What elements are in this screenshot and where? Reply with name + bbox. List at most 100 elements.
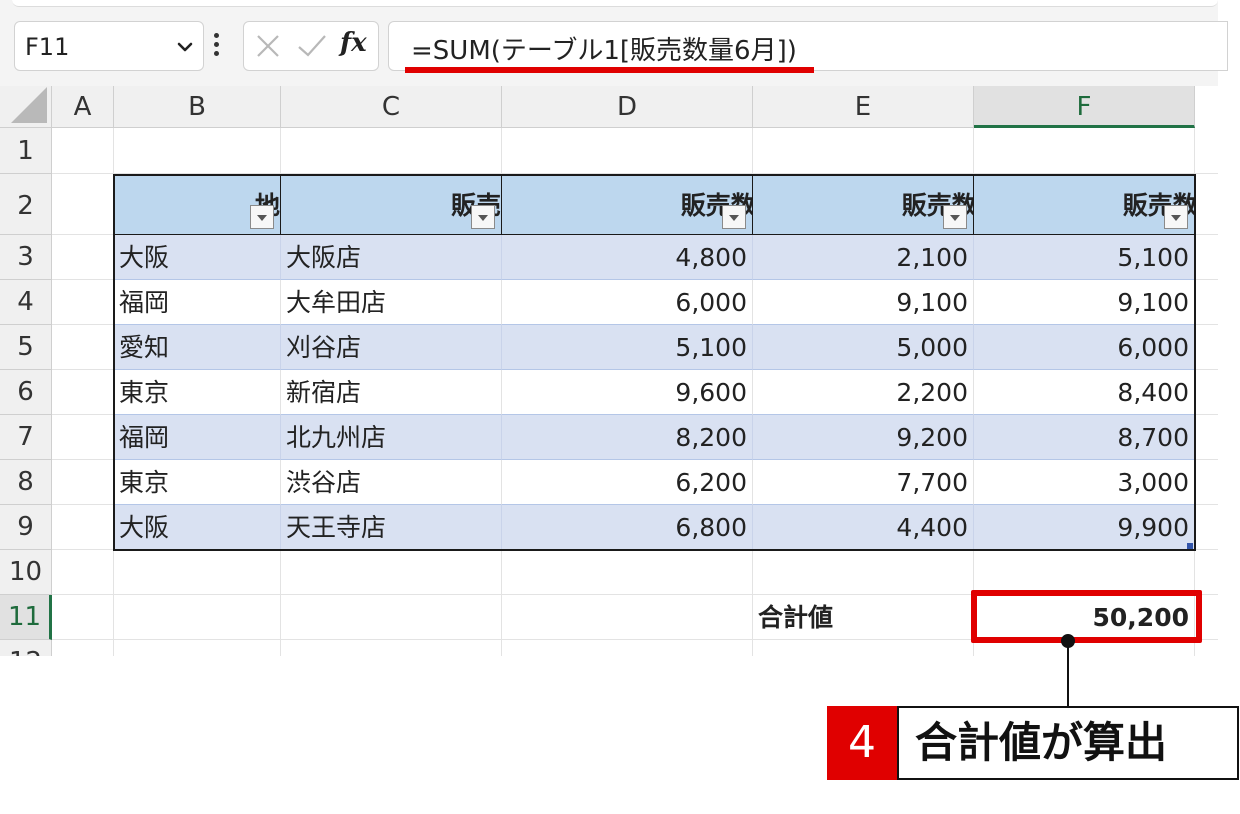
table-cell-region[interactable]: 東京 [114,460,281,505]
cell-a1[interactable] [52,128,114,174]
cell-d10[interactable] [502,550,753,595]
chevron-down-icon[interactable] [175,37,195,57]
table-cell-june[interactable]: 3,000 [974,460,1195,505]
select-all-button[interactable] [0,86,52,128]
cell-d11[interactable] [502,595,753,640]
table-cell-june[interactable]: 8,400 [974,370,1195,415]
row-header-12[interactable]: 12 [0,640,52,656]
table-cell-region[interactable]: 福岡 [114,415,281,460]
cell-a9[interactable] [52,505,114,550]
table-cell-june[interactable]: 9,900 [974,505,1195,550]
table-cell-store[interactable]: 北九州店 [281,415,502,460]
more-options-icon[interactable] [214,33,220,59]
cell-g7[interactable] [1195,415,1218,460]
row-header-3[interactable]: 3 [0,235,52,280]
table-cell-may[interactable]: 9,200 [753,415,974,460]
formula-input[interactable]: =SUM(テーブル1[販売数量6月]) [388,21,1228,71]
filter-dropdown-icon[interactable] [250,205,274,229]
cell-a5[interactable] [52,325,114,370]
table-cell-region[interactable]: 福岡 [114,280,281,325]
table-cell-april[interactable]: 6,800 [502,505,753,550]
row-header-4[interactable]: 4 [0,280,52,325]
cell-f10[interactable] [974,550,1195,595]
cell-g3[interactable] [1195,235,1218,280]
row-header-5[interactable]: 5 [0,325,52,370]
table-cell-store[interactable]: 天王寺店 [281,505,502,550]
filter-dropdown-icon[interactable] [943,205,967,229]
cell-a10[interactable] [52,550,114,595]
cell-b1[interactable] [114,128,281,174]
table-cell-store[interactable]: 大阪店 [281,235,502,280]
name-box[interactable]: F11 [14,21,204,71]
cell-c10[interactable] [281,550,502,595]
table-cell-region[interactable]: 愛知 [114,325,281,370]
table-header-april[interactable]: 販売数量4月 [502,174,753,235]
table-header-june[interactable]: 販売数量6月 [974,174,1195,235]
row-header-1[interactable]: 1 [0,128,52,174]
column-header-c[interactable]: C [281,86,502,128]
table-resize-handle[interactable] [1187,543,1193,549]
cell-a2[interactable] [52,174,114,235]
table-cell-june[interactable]: 9,100 [974,280,1195,325]
table-cell-april[interactable]: 9,600 [502,370,753,415]
cell-a12[interactable] [52,640,114,656]
cell-g4[interactable] [1195,280,1218,325]
cell-g6[interactable] [1195,370,1218,415]
column-header-e[interactable]: E [753,86,974,128]
table-cell-store[interactable]: 新宿店 [281,370,502,415]
filter-dropdown-icon[interactable] [722,205,746,229]
filter-dropdown-icon[interactable] [471,205,495,229]
cell-c11[interactable] [281,595,502,640]
table-header-store[interactable]: 販売店舗 [281,174,502,235]
cell-a7[interactable] [52,415,114,460]
cell-a4[interactable] [52,280,114,325]
row-header-2[interactable]: 2 [0,174,52,235]
cell-g10[interactable] [1195,550,1218,595]
cell-a6[interactable] [52,370,114,415]
cell-g1[interactable] [1195,128,1218,174]
cancel-icon[interactable] [254,32,282,60]
cell-c1[interactable] [281,128,502,174]
cell-c12[interactable] [281,640,502,656]
table-cell-april[interactable]: 8,200 [502,415,753,460]
cell-a11[interactable] [52,595,114,640]
enter-check-icon[interactable] [296,32,328,60]
filter-dropdown-icon[interactable] [1164,205,1188,229]
column-header-f[interactable]: F [974,86,1195,128]
column-header-a[interactable]: A [52,86,114,128]
table-cell-region[interactable]: 東京 [114,370,281,415]
cell-b10[interactable] [114,550,281,595]
table-cell-may[interactable]: 2,200 [753,370,974,415]
table-cell-region[interactable]: 大阪 [114,235,281,280]
row-header-9[interactable]: 9 [0,505,52,550]
column-header-b[interactable]: B [114,86,281,128]
row-header-7[interactable]: 7 [0,415,52,460]
table-cell-april[interactable]: 6,000 [502,280,753,325]
table-cell-june[interactable]: 5,100 [974,235,1195,280]
cell-a3[interactable] [52,235,114,280]
row-header-6[interactable]: 6 [0,370,52,415]
table-cell-may[interactable]: 9,100 [753,280,974,325]
table-cell-may[interactable]: 5,000 [753,325,974,370]
table-cell-april[interactable]: 4,800 [502,235,753,280]
table-cell-may[interactable]: 4,400 [753,505,974,550]
table-cell-store[interactable]: 大牟田店 [281,280,502,325]
table-header-region[interactable]: 地域 [114,174,281,235]
cell-d1[interactable] [502,128,753,174]
table-cell-store[interactable]: 渋谷店 [281,460,502,505]
table-cell-region[interactable]: 大阪 [114,505,281,550]
cell-g2[interactable] [1195,174,1218,235]
table-cell-april[interactable]: 6,200 [502,460,753,505]
cell-d12[interactable] [502,640,753,656]
table-cell-may[interactable]: 7,700 [753,460,974,505]
row-header-11[interactable]: 11 [0,595,52,640]
table-cell-store[interactable]: 刈谷店 [281,325,502,370]
cell-e1[interactable] [753,128,974,174]
cell-b12[interactable] [114,640,281,656]
cell-f1[interactable] [974,128,1195,174]
table-cell-april[interactable]: 5,100 [502,325,753,370]
row-header-8[interactable]: 8 [0,460,52,505]
cell-e10[interactable] [753,550,974,595]
cell-a8[interactable] [52,460,114,505]
table-cell-june[interactable]: 6,000 [974,325,1195,370]
